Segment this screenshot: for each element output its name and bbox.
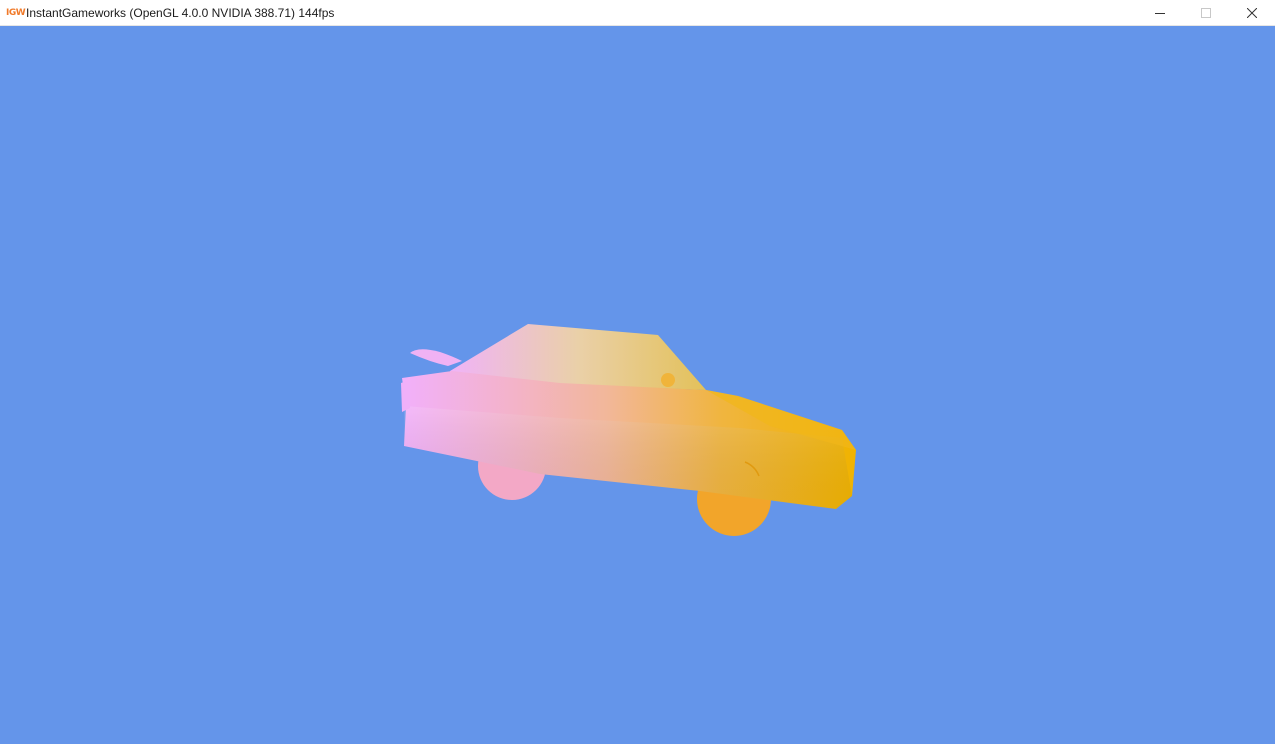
side-mirror <box>661 373 675 387</box>
close-button[interactable] <box>1229 0 1275 26</box>
maximize-icon <box>1201 8 1211 18</box>
app-window: IGW InstantGameworks (OpenGL 4.0.0 NVIDI… <box>0 0 1275 744</box>
car-spoiler <box>410 349 462 366</box>
close-icon <box>1247 8 1257 18</box>
render-viewport[interactable] <box>0 26 1275 744</box>
minimize-icon <box>1155 13 1165 14</box>
title-bar[interactable]: IGW InstantGameworks (OpenGL 4.0.0 NVIDI… <box>0 0 1275 26</box>
rear-bumper <box>401 380 410 412</box>
scene-canvas <box>401 324 856 536</box>
car-model <box>401 324 856 536</box>
app-logo-icon: IGW <box>6 7 26 18</box>
maximize-button[interactable] <box>1183 0 1229 26</box>
window-controls <box>1137 0 1275 26</box>
window-title: InstantGameworks (OpenGL 4.0.0 NVIDIA 38… <box>26 5 335 20</box>
minimize-button[interactable] <box>1137 0 1183 26</box>
